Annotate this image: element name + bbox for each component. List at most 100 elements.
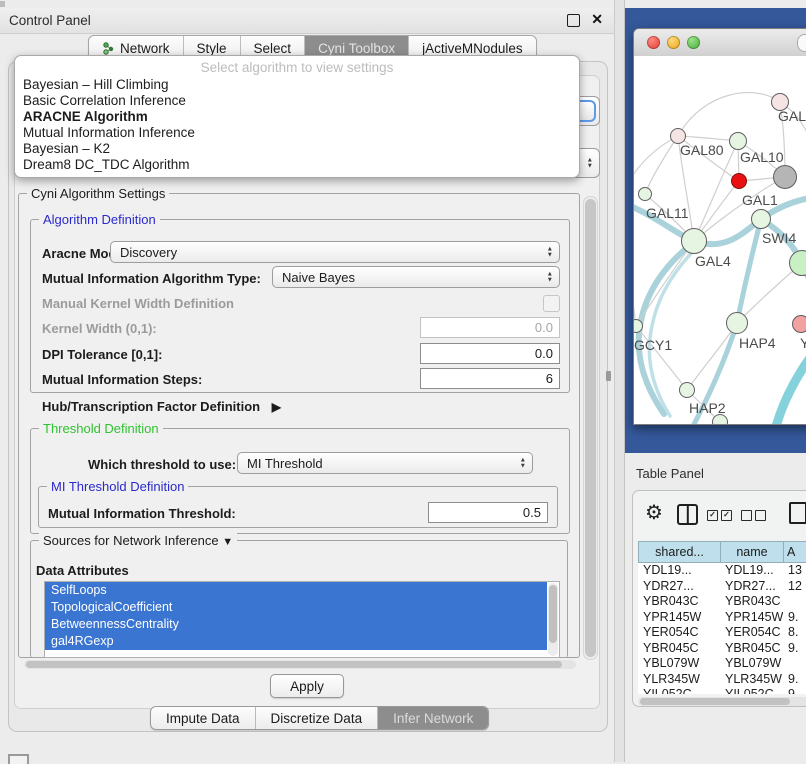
table-row[interactable]: YDL19...YDL19...13 [638,563,806,579]
settings-vertical-scrollbar[interactable] [583,196,598,660]
float-window-icon[interactable] [567,14,580,27]
mi-threshold-label: Mutual Information Threshold: [48,506,236,521]
kernel-width-label: Kernel Width (0,1): [42,321,157,336]
manual-kernel-width-label: Manual Kernel Width Definition [42,296,234,311]
table-row[interactable]: YDR27...YDR27...12 [638,579,806,595]
algorithm-option-bayesian-k2[interactable]: Bayesian – K2 [23,141,110,156]
column-header-name[interactable]: name [720,541,783,563]
node-salmon[interactable] [792,315,806,333]
node-gal10[interactable] [729,132,747,150]
collapse-down-icon[interactable]: ▼ [222,536,233,548]
table-row[interactable]: YPR145WYPR145W9. [638,610,806,626]
tab-infer-network[interactable]: Infer Network [378,707,488,729]
minimized-panel-icon[interactable] [8,754,29,764]
zoom-traffic-light-icon[interactable] [687,36,700,49]
node-gal4[interactable] [681,228,707,254]
list-item-topologicalcoefficient[interactable]: TopologicalCoefficient [45,599,547,616]
which-threshold-label: Which threshold to use: [88,457,236,472]
close-icon[interactable]: ✕ [591,11,603,28]
splitter-grip-icon[interactable] [606,371,611,381]
column-header-partial[interactable]: A [783,541,806,563]
node-label: GAL1 [742,192,778,208]
list-item-selfloops[interactable]: SelfLoops [45,582,547,599]
tab-discretize-data[interactable]: Discretize Data [256,707,379,729]
show-columns-icon[interactable]: ✓ ✓ [707,510,732,521]
node-label: GAL80 [680,142,724,158]
algorithm-option-basic-correlation[interactable]: Basic Correlation Inference [23,93,186,108]
table-row[interactable]: YBR045CYBR045C9. [638,641,806,657]
mi-algorithm-type-combo[interactable]: Naive Bayes ▲▼ [272,266,560,288]
table-row[interactable]: YIL052CYIL052C9 [638,687,806,694]
aracne-mode-combo[interactable]: Discovery ▲▼ [110,241,560,263]
table-row[interactable]: YER054CYER054C8. [638,625,806,641]
node-label: GAL4 [695,253,731,269]
algorithm-option-bayesian-hill-climbing[interactable]: Bayesian – Hill Climbing [23,77,169,92]
corner-artifact [0,1,5,7]
column-view-icon[interactable] [677,504,698,525]
mi-steps-label: Mutual Information Steps: [42,372,202,387]
table-body[interactable]: YDL19...YDL19...13 YDR27...YDR27...12 YB… [638,563,806,694]
hide-columns-icon[interactable] [741,510,766,521]
node-label: HAP2 [689,400,726,416]
combo-stepper-icon: ▲▼ [520,458,526,469]
data-attributes-label: Data Attributes [36,563,129,578]
sources-title[interactable]: Sources for Network Inference ▼ [39,533,237,548]
table-panel-card: ⚙ ✓ ✓ shared... name A YDL19...YDL19...1… [632,490,806,707]
expand-right-icon[interactable]: ▶ [272,400,281,414]
node-hap2[interactable] [679,382,695,398]
mi-threshold-group-title: MI Threshold Definition [47,479,188,494]
which-threshold-combo[interactable]: MI Threshold ▲▼ [237,452,533,474]
hub-expander[interactable]: Hub/Transcription Factor Definition ▶ [42,399,281,414]
mi-algorithm-type-label: Mutual Information Algorithm Type: [42,271,261,286]
network-tab-icon [102,42,115,55]
settings-horizontal-scrollbar[interactable] [24,660,576,669]
node-swi4[interactable] [751,209,771,229]
list-item-gal4rgexp[interactable]: gal4RGexp [45,633,547,650]
dpi-tolerance-field[interactable]: 0.0 [420,343,560,364]
data-attributes-list[interactable]: SelfLoops TopologicalCoefficient Between… [44,581,560,658]
combo-stepper-icon: ▲▼ [547,272,553,283]
table-row[interactable]: YBL079WYBL079W [638,656,806,672]
window-button[interactable] [797,34,806,52]
network-window[interactable]: GAL GAL80 GAL10 GAL1 GAL11 SWI4 GAL4 GCY… [633,28,806,425]
tab-impute-data[interactable]: Impute Data [151,707,256,729]
threshold-definition-title: Threshold Definition [39,421,163,436]
table-panel-title: Table Panel [636,466,704,481]
algorithm-option-mutual-information[interactable]: Mutual Information Inference [23,125,195,140]
algorithm-popup-placeholder: Select algorithm to view settings [15,60,579,75]
table-row[interactable]: YLR345WYLR345W9. [638,672,806,688]
algorithm-option-dream8[interactable]: Dream8 DC_TDC Algorithm [23,157,190,172]
combo-stepper-icon: ▲▼ [547,247,553,258]
control-panel-title: Control Panel [9,13,91,28]
combo-stepper-icon: ▲▼ [587,158,593,169]
network-canvas[interactable]: GAL GAL80 GAL10 GAL1 GAL11 SWI4 GAL4 GCY… [634,56,806,425]
node-gal11[interactable] [638,187,652,201]
bottom-tabbar: Impute Data Discretize Data Infer Networ… [150,706,489,730]
cyni-settings-title: Cyni Algorithm Settings [27,186,169,201]
node-gal1[interactable] [731,173,747,189]
gear-icon[interactable]: ⚙ [645,500,663,525]
column-header-shared-name[interactable]: shared... [638,541,720,563]
minimize-traffic-light-icon[interactable] [667,36,680,49]
kernel-width-field[interactable]: 0.0 [420,317,560,338]
node-label: Y [800,335,806,351]
node-label: SWI4 [762,230,796,246]
panel-divider[interactable] [614,0,625,762]
table-row[interactable]: YBR043CYBR043C [638,594,806,610]
node-label: GAL10 [740,149,784,165]
node-gray[interactable] [773,165,797,189]
table-horizontal-scrollbar[interactable] [638,697,806,706]
node-label: GAL [778,108,806,124]
mi-steps-field[interactable]: 6 [420,368,560,389]
close-traffic-light-icon[interactable] [647,36,660,49]
network-window-titlebar[interactable] [634,29,806,57]
list-item-betweennesscentrality[interactable]: BetweennessCentrality [45,616,547,633]
node-hap4[interactable] [726,312,748,334]
algorithm-option-aracne[interactable]: ARACNE Algorithm [23,109,148,124]
list-scrollbar[interactable] [548,583,558,656]
apply-button[interactable]: Apply [270,674,344,698]
manual-kernel-width-checkbox[interactable] [543,295,560,312]
mi-threshold-field[interactable]: 0.5 [428,502,548,523]
new-table-icon[interactable] [789,502,806,524]
node-label: GAL11 [646,205,689,221]
